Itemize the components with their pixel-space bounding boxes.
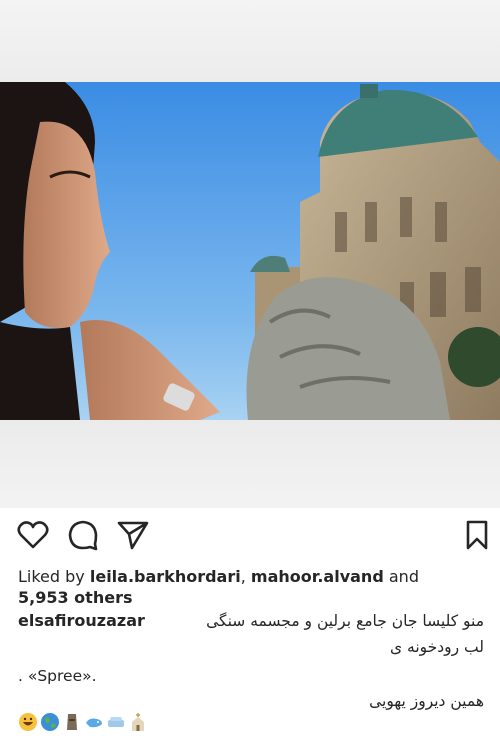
- action-bar: [0, 510, 500, 564]
- caption-line-1: منو کلیسا جان جامع برلین و مجسمه سنگی: [206, 612, 484, 630]
- caption-line-2: لب رودخونه ی: [389, 638, 484, 656]
- liker-link-2[interactable]: mahoor.alvand: [251, 567, 384, 586]
- selfie-with-berlin-cathedral-photo: [0, 82, 500, 420]
- bookmark-icon[interactable]: [460, 518, 494, 552]
- comment-icon[interactable]: [66, 518, 100, 552]
- caption-emojis: [18, 712, 148, 736]
- whale-icon: [86, 718, 102, 728]
- likes-summary: Liked by leila.barkhordari, mahoor.alvan…: [18, 566, 419, 608]
- moai-icon: [67, 714, 77, 730]
- heart-icon[interactable]: [16, 518, 50, 552]
- caption-username[interactable]: elsafirouzazar: [18, 610, 145, 632]
- globe-icon: [41, 713, 59, 731]
- bottom-gray-band: [0, 420, 500, 508]
- caption-line-4: همین دیروز یهویی: [369, 692, 484, 710]
- likes-and: and: [383, 567, 419, 586]
- liker-link-1[interactable]: leila.barkhordari: [90, 567, 241, 586]
- sofa-icon: [108, 717, 124, 727]
- send-icon[interactable]: [116, 518, 150, 552]
- likes-prefix: Liked by: [18, 567, 90, 586]
- post-photo[interactable]: [0, 82, 500, 420]
- top-gray-band: [0, 0, 500, 82]
- likes-others-link[interactable]: 5,953 others: [18, 588, 132, 607]
- caption-line-3: . «Spree».: [18, 667, 97, 685]
- likes-separator: ,: [240, 567, 251, 586]
- grinning-face-icon: [19, 713, 37, 731]
- church-icon: [132, 713, 144, 731]
